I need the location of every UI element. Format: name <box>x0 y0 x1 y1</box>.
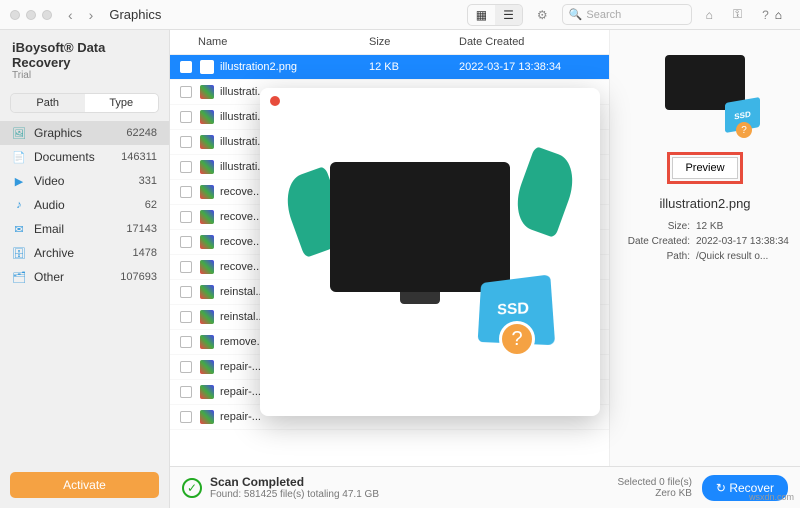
file-icon <box>200 260 214 274</box>
row-checkbox[interactable] <box>180 361 192 373</box>
row-checkbox[interactable] <box>180 336 192 348</box>
home-icon[interactable]: ⌂ <box>775 8 782 22</box>
help-icon[interactable]: ? <box>756 5 775 25</box>
row-checkbox[interactable] <box>180 211 192 223</box>
close-dot[interactable] <box>10 10 20 20</box>
path-type-segment[interactable]: Path Type <box>10 93 159 113</box>
activate-button[interactable]: Activate <box>10 472 159 498</box>
sidebar: iBoysoft® Data Recovery Trial Path Type … <box>0 30 170 508</box>
file-icon <box>200 160 214 174</box>
file-icon <box>200 60 214 74</box>
preview-button-highlight: Preview <box>667 152 742 184</box>
file-icon <box>200 210 214 224</box>
sidebar-item-audio[interactable]: ♪Audio62 <box>0 193 169 217</box>
segment-type[interactable]: Type <box>85 94 159 112</box>
preview-thumbnail: SSD ? <box>650 50 760 140</box>
sidebar-item-email[interactable]: ✉Email17143 <box>0 217 169 241</box>
col-name[interactable]: Name <box>180 36 369 48</box>
file-icon <box>200 85 214 99</box>
row-checkbox[interactable] <box>180 286 192 298</box>
preview-popup[interactable]: SSD ? <box>260 88 600 416</box>
question-icon: ? <box>499 321 535 357</box>
popup-image: SSD ? <box>300 142 560 362</box>
selected-size: Zero KB <box>617 488 691 499</box>
category-icon: ▶ <box>12 174 26 188</box>
file-icon <box>200 185 214 199</box>
back-button[interactable]: ‹ <box>64 5 77 25</box>
sidebar-item-documents[interactable]: 📄Documents146311 <box>0 145 169 169</box>
table-row[interactable]: illustration2.png12 KB2022-03-17 13:38:3… <box>170 55 609 80</box>
file-icon <box>200 310 214 324</box>
file-icon <box>200 235 214 249</box>
sidebar-item-graphics[interactable]: 🖼Graphics62248 <box>0 121 169 145</box>
segment-path[interactable]: Path <box>11 94 85 112</box>
search-icon: 🔍 <box>569 8 583 21</box>
popup-close-icon[interactable] <box>270 96 280 106</box>
row-checkbox[interactable] <box>180 386 192 398</box>
preview-filename: illustration2.png <box>659 196 750 211</box>
category-icon: 🗂 <box>12 270 26 284</box>
min-dot[interactable] <box>26 10 36 20</box>
breadcrumb: Graphics <box>109 7 161 22</box>
window-controls <box>10 10 52 20</box>
scan-complete-icon: ✓ <box>182 478 202 498</box>
row-checkbox[interactable] <box>180 136 192 148</box>
titlebar: ‹ › Graphics ▦ ☰ ⚙ 🔍 Search ⌂ ⚿ ? ⌂ <box>0 0 800 30</box>
filter-icon[interactable]: ⚙ <box>531 5 554 25</box>
file-icon <box>200 335 214 349</box>
sidebar-item-video[interactable]: ▶Video331 <box>0 169 169 193</box>
file-icon <box>200 360 214 374</box>
row-checkbox[interactable] <box>180 261 192 273</box>
col-size[interactable]: Size <box>369 36 459 48</box>
camera-icon[interactable]: ⌂ <box>700 5 719 25</box>
question-icon: ? <box>736 122 752 138</box>
forward-button[interactable]: › <box>85 5 98 25</box>
category-icon: 🖼 <box>12 126 26 140</box>
selected-count: Selected 0 file(s) <box>617 477 691 488</box>
scan-status: Scan Completed <box>210 475 304 489</box>
list-header: Name Size Date Created <box>170 30 609 55</box>
file-icon <box>200 385 214 399</box>
scan-detail: Found: 581425 file(s) totaling 47.1 GB <box>210 489 379 500</box>
search-input[interactable]: 🔍 Search <box>562 4 692 25</box>
category-icon: ♪ <box>12 198 26 212</box>
view-toggle[interactable]: ▦ ☰ <box>467 4 523 26</box>
file-icon <box>200 410 214 424</box>
preview-panel: SSD ? Preview illustration2.png Size:12 … <box>610 30 800 466</box>
preview-button[interactable]: Preview <box>672 157 737 179</box>
brand: iBoysoft® Data Recovery Trial <box>0 30 169 85</box>
col-date[interactable]: Date Created <box>459 36 599 48</box>
row-checkbox[interactable] <box>180 186 192 198</box>
sidebar-item-other[interactable]: 🗂Other107693 <box>0 265 169 289</box>
sidebar-item-archive[interactable]: 🗄Archive1478 <box>0 241 169 265</box>
category-icon: ✉ <box>12 222 26 236</box>
row-checkbox[interactable] <box>180 411 192 423</box>
grid-view-icon[interactable]: ▦ <box>468 5 495 25</box>
row-checkbox[interactable] <box>180 61 192 73</box>
preview-meta: Size:12 KB Date Created:2022-03-17 13:38… <box>620 219 790 264</box>
row-checkbox[interactable] <box>180 236 192 248</box>
list-view-icon[interactable]: ☰ <box>495 5 522 25</box>
category-icon: 📄 <box>12 150 26 164</box>
row-checkbox[interactable] <box>180 311 192 323</box>
row-checkbox[interactable] <box>180 86 192 98</box>
file-icon <box>200 135 214 149</box>
row-checkbox[interactable] <box>180 161 192 173</box>
watermark: wsxdn.com <box>749 492 794 502</box>
max-dot[interactable] <box>42 10 52 20</box>
row-checkbox[interactable] <box>180 111 192 123</box>
file-icon <box>200 110 214 124</box>
file-icon <box>200 285 214 299</box>
category-icon: 🗄 <box>12 246 26 260</box>
key-icon[interactable]: ⚿ <box>727 4 748 25</box>
footer: ✓ Scan Completed Found: 581425 file(s) t… <box>170 466 800 508</box>
